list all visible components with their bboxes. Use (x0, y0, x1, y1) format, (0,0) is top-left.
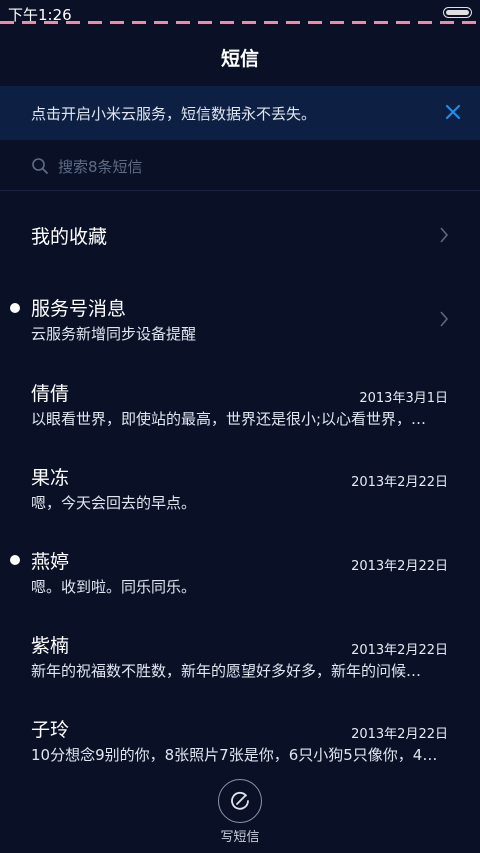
search-input[interactable] (58, 155, 438, 179)
conversation-date: 2013年2月22日 (351, 559, 448, 574)
conversation-item[interactable]: 燕婷 2013年2月22日 嗯。收到啦。同乐同乐。 (0, 538, 480, 608)
close-icon[interactable] (440, 99, 466, 125)
service-messages-item[interactable]: 服务号消息 云服务新增同步设备提醒 (0, 286, 480, 356)
conversation-item[interactable]: 果冻 2013年2月22日 嗯，今天会回去的早点。 (0, 454, 480, 524)
page-title: 短信 (220, 48, 259, 70)
search-bar[interactable] (0, 146, 480, 191)
conversation-item[interactable]: 子玲 2013年2月22日 10分想念9别的你，8张照片7张是你，6只小狗5只像… (0, 706, 480, 776)
compose-button[interactable] (218, 779, 262, 823)
conversation-item[interactable]: 倩倩 2013年3月1日 以眼看世界，即使站的最高，世界还是很小;以心看世界，… (0, 370, 480, 440)
conversation-preview: 10分想念9别的你，8张照片7张是你，6只小狗5只像你，4… (31, 746, 438, 764)
conversation-preview: 以眼看世界，即使站的最高，世界还是很小;以心看世界，… (31, 410, 427, 428)
conversation-date: 2013年2月22日 (351, 727, 448, 742)
conversation-name: 倩倩 (31, 383, 70, 405)
conversation-name: 紫楠 (31, 635, 70, 657)
unread-dot (10, 303, 20, 313)
favorites-item[interactable]: 我的收藏 (0, 200, 480, 272)
compose-icon (231, 791, 249, 810)
banner-text[interactable]: 点击开启小米云服务，短信数据永不丢失。 (31, 103, 316, 124)
conversation-item[interactable]: 紫楠 2013年2月22日 新年的祝福数不胜数，新年的愿望好多好多，新年的问候… (0, 622, 480, 692)
battery-icon (443, 7, 472, 18)
compose-label[interactable]: 写短信 (0, 826, 480, 845)
conversation-preview: 嗯。收到啦。同乐同乐。 (31, 578, 197, 596)
conversation-date: 2013年3月1日 (359, 391, 448, 406)
conversation-name: 燕婷 (31, 551, 70, 573)
favorites-label: 我的收藏 (31, 226, 108, 248)
conversation-name: 服务号消息 (31, 298, 127, 320)
conversation-name: 子玲 (31, 719, 70, 741)
status-divider (0, 21, 480, 24)
chevron-right-icon (438, 309, 450, 329)
cloud-banner[interactable]: 点击开启小米云服务，短信数据永不丢失。 (0, 86, 480, 140)
unread-dot (10, 555, 20, 565)
conversation-date: 2013年2月22日 (351, 643, 448, 658)
conversation-date: 2013年2月22日 (351, 475, 448, 490)
conversation-preview: 嗯，今天会回去的早点。 (31, 494, 197, 512)
conversation-preview: 云服务新增同步设备提醒 (31, 325, 197, 343)
conversation-preview: 新年的祝福数不胜数，新年的愿望好多好多，新年的问候… (31, 662, 422, 680)
chevron-right-icon (438, 225, 450, 245)
search-icon (31, 157, 49, 175)
conversation-name: 果冻 (31, 467, 70, 489)
